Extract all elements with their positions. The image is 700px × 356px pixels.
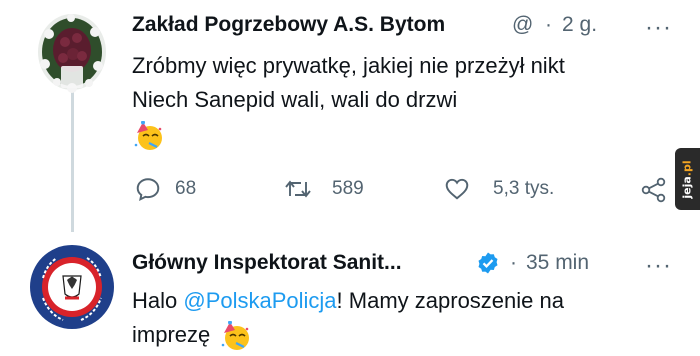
like-action[interactable]: 5,3 tys. [443,176,554,202]
author-name[interactable]: Główny Inspektorat Sanit... [132,251,402,275]
watermark-badge: jeja.pl [675,148,700,210]
watermark-text: jeja [681,175,695,199]
text-segment: Halo [132,288,184,313]
reply-icon [136,178,160,202]
tweet-text-line-2: imprezę [132,319,252,351]
retweet-count: 589 [332,178,364,199]
retweet-action[interactable]: 589 [284,176,364,202]
tweet-text-line-1: Halo @PolskaPolicja! Mamy zaproszenie na [132,285,564,317]
verified-badge-icon [478,252,498,274]
share-action[interactable] [640,176,668,204]
watermark-text-accent: .pl [681,159,695,176]
share-icon [641,177,666,203]
tweet-time[interactable]: 2 g. [562,13,597,37]
author-name[interactable]: Zakład Pogrzebowy A.S. Bytom [132,13,445,37]
like-heart-icon [445,178,469,200]
mention-link[interactable]: @PolskaPolicja [183,288,336,313]
more-options-button[interactable]: ··· [645,16,672,40]
tweet-text-line-1: Zróbmy więc prywatkę, jakiej nie przeżył… [132,53,565,78]
text-segment: ! Mamy zaproszenie na [336,288,564,313]
meta-separator: · [545,13,552,36]
retweet-icon [285,180,311,198]
meta-separator: · [510,251,517,274]
reply-action[interactable]: 68 [135,176,196,202]
sanitary-inspection-emblem-icon[interactable] [27,242,117,332]
partying-face-emoji [134,121,162,150]
partying-face-emoji [222,321,250,351]
text-segment: imprezę [132,322,211,347]
funeral-wreath-icon[interactable] [35,12,110,96]
like-count: 5,3 tys. [493,178,555,199]
author-handle[interactable]: @ [512,13,533,37]
more-options-button[interactable]: ··· [645,254,672,278]
tweet-time[interactable]: 35 min [526,251,589,275]
tweet-text-line-2: Niech Sanepid wali, wali do drzwi [132,87,458,112]
thread-connector-line [71,92,74,232]
reply-count: 68 [175,178,197,199]
